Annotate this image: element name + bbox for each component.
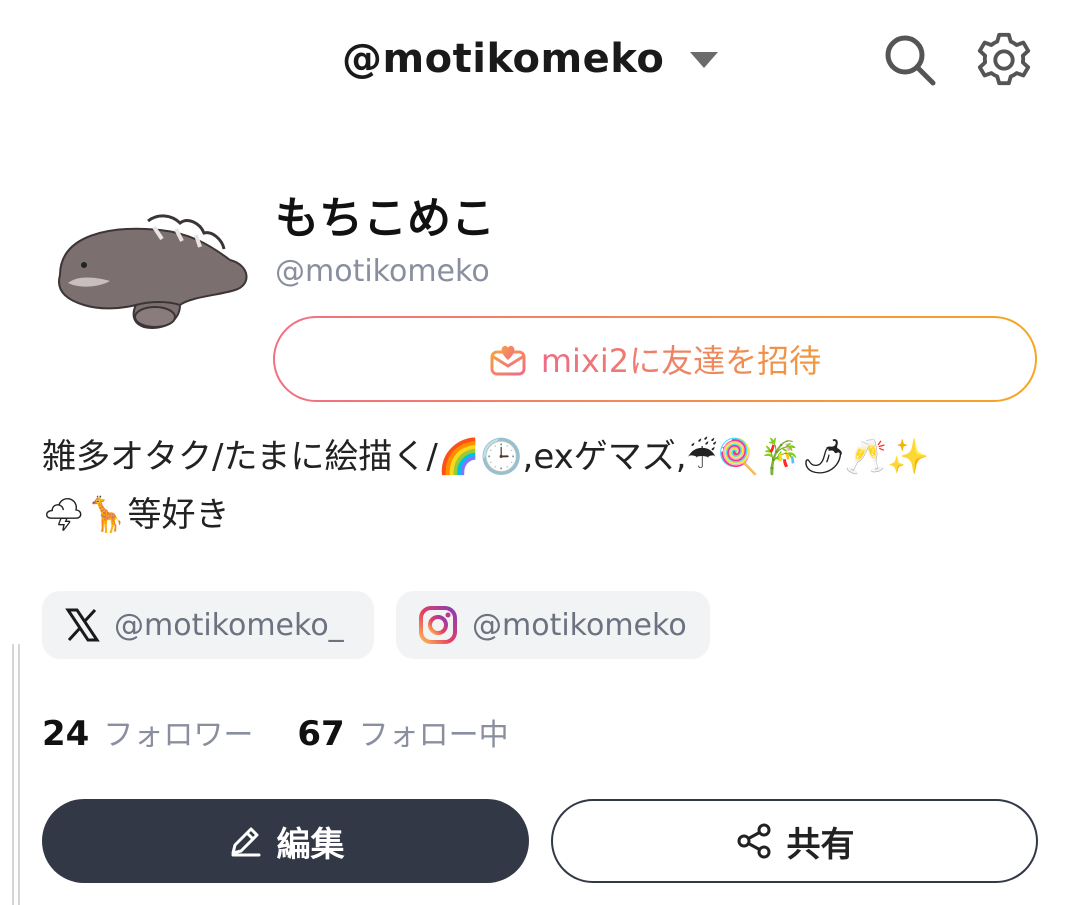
bio-line: 🌩🦒等好き xyxy=(42,495,230,535)
pencil-icon xyxy=(231,827,260,857)
account-switcher-title[interactable]: @motikomeko xyxy=(342,36,664,82)
chevron-down-icon[interactable] xyxy=(690,52,718,68)
top-bar: @motikomeko xyxy=(0,0,1080,120)
followers-label[interactable]: フォロワー xyxy=(103,710,253,754)
profile-bio: 雑多オタク/たまに絵描く/🌈🕒,exゲマズ,☔🍭🎋🌶🥂✨ 🌩🦒等好き xyxy=(42,428,1032,544)
avatar[interactable] xyxy=(40,205,252,345)
edit-label: 編集 xyxy=(276,824,345,865)
share-profile-button[interactable]: 共有 xyxy=(551,799,1038,883)
following-count[interactable]: 67 xyxy=(297,714,344,754)
settings-button[interactable] xyxy=(974,28,1034,92)
display-name: もちこめこ xyxy=(275,193,495,244)
instagram-handle: @motikomeko xyxy=(472,607,687,643)
avatar-image xyxy=(58,214,248,329)
mail-heart-icon xyxy=(490,345,526,376)
x-logo-icon xyxy=(65,608,100,642)
invite-friends-button[interactable]: mixi2に友達を招待 xyxy=(273,316,1037,402)
share-icon xyxy=(737,823,770,859)
edit-profile-button[interactable]: 編集 xyxy=(42,799,529,883)
x-link-chip[interactable]: @motikomeko_ xyxy=(42,591,374,659)
following-label[interactable]: フォロー中 xyxy=(359,710,509,754)
x-handle: @motikomeko_ xyxy=(114,607,344,643)
gear-icon xyxy=(977,32,1031,86)
follow-stats: 24 フォロワー 67 フォロー中 xyxy=(42,710,509,760)
scrollbar[interactable] xyxy=(12,644,20,905)
instagram-link-chip[interactable]: @motikomeko xyxy=(396,591,710,659)
search-icon xyxy=(885,35,936,86)
followers-count[interactable]: 24 xyxy=(42,714,89,754)
search-button[interactable] xyxy=(880,28,940,92)
instagram-logo-icon xyxy=(419,606,457,644)
profile-handle: @motikomeko xyxy=(275,254,490,289)
bio-line: 雑多オタク/たまに絵描く/🌈🕒,exゲマズ,☔🍭🎋🌶🥂✨ xyxy=(42,437,930,477)
share-label: 共有 xyxy=(786,824,855,865)
invite-label: mixi2に友達を招待 xyxy=(541,336,821,382)
